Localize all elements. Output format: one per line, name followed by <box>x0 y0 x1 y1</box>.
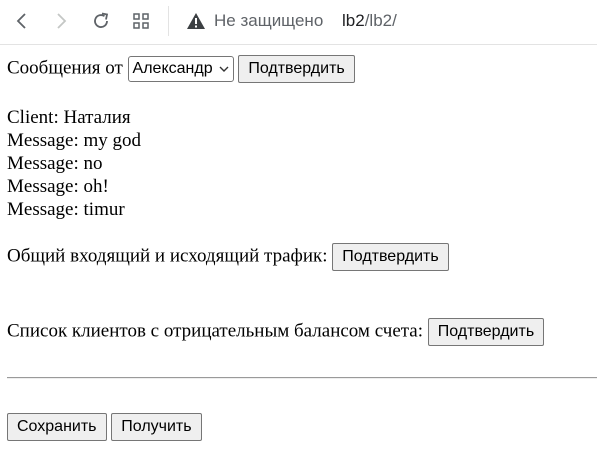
client-select[interactable]: Александр <box>127 56 234 82</box>
save-button[interactable]: Сохранить <box>7 413 107 441</box>
toolbar-divider <box>168 6 169 36</box>
url-host: lb2 <box>342 11 365 30</box>
actions-row: Сохранить Получить <box>7 413 202 441</box>
client-select-value: Александр <box>132 60 213 77</box>
message-line: Message: my god <box>7 130 142 151</box>
forward-arrow-icon <box>57 13 67 29</box>
forward-button[interactable] <box>47 8 75 34</box>
url-path: /lb2/ <box>364 11 397 30</box>
not-secure-label[interactable]: Не защищено <box>214 11 323 31</box>
message-line: Message: oh! <box>7 176 109 197</box>
reload-icon <box>94 12 109 28</box>
negative-balance-label: Список клиентов с отрицательным балансом… <box>7 320 423 342</box>
get-button[interactable]: Получить <box>111 413 202 441</box>
horizontal-divider <box>7 377 597 379</box>
reload-button[interactable] <box>87 8 115 34</box>
traffic-label: Общий входящий и исходящий трафик: <box>7 245 328 267</box>
warning-icon[interactable] <box>186 12 206 30</box>
browser-toolbar: Не защищено lb2/lb2/ <box>0 0 597 45</box>
apps-grid-icon <box>133 13 149 29</box>
negative-balance-submit-button[interactable]: Подтвердить <box>427 318 545 346</box>
filter-submit-button[interactable]: Подтвердить <box>238 55 355 83</box>
chevron-down-icon <box>219 66 229 72</box>
filter-label: Сообщения от <box>7 57 123 79</box>
back-arrow-icon <box>16 13 26 29</box>
traffic-submit-button[interactable]: Подтвердить <box>332 243 449 271</box>
filter-row: Сообщения от Александр Подтвердить <box>7 55 355 83</box>
apps-button[interactable] <box>127 8 155 34</box>
message-line: Message: no <box>7 153 103 174</box>
client-line: Client: Наталия <box>7 107 131 128</box>
back-button[interactable] <box>8 8 36 34</box>
address-bar[interactable]: lb2/lb2/ <box>342 11 397 31</box>
negative-balance-row: Список клиентов с отрицательным балансом… <box>7 318 545 346</box>
traffic-row: Общий входящий и исходящий трафик: Подтв… <box>7 243 449 271</box>
message-line: Message: timur <box>7 199 125 220</box>
